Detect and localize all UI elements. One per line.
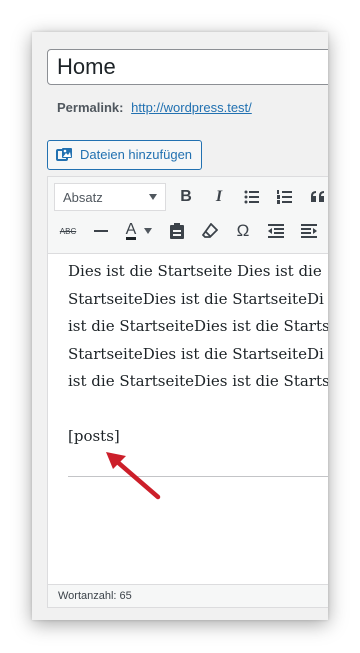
chevron-down-icon xyxy=(144,228,153,234)
toolbar-row-1: Absatz B I xyxy=(54,183,328,211)
italic-icon[interactable]: I xyxy=(205,183,233,211)
permalink-row: Permalink: http://wordpress.test/ xyxy=(57,100,252,115)
special-character-icon[interactable]: Ω xyxy=(229,217,257,245)
text-color-icon[interactable]: A xyxy=(120,217,158,245)
outdent-icon[interactable] xyxy=(262,217,290,245)
horizontal-line-icon[interactable] xyxy=(87,217,115,245)
text-color-label: A xyxy=(125,220,137,240)
permalink-label: Permalink: xyxy=(57,100,124,115)
indent-icon[interactable] xyxy=(295,217,323,245)
editor-content[interactable]: Dies ist die Startseite Dies ist die Sta… xyxy=(48,254,328,603)
content-line: ist die StartseiteDies ist die Starts xyxy=(68,317,328,335)
classic-editor: Absatz B I ABC A Ω Dies ist die Startsei… xyxy=(47,176,328,604)
bullet-list-icon[interactable] xyxy=(238,183,266,211)
toolbar-row-2: ABC A Ω xyxy=(54,217,328,245)
paste-text-icon[interactable] xyxy=(163,217,191,245)
editor-toolbar: Absatz B I ABC A Ω xyxy=(48,177,328,254)
annotation-arrow-icon xyxy=(106,452,161,500)
content-line: StartseiteDies ist die StartseiteDi xyxy=(68,289,324,308)
post-title-input[interactable] xyxy=(47,49,328,85)
content-line: StartseiteDies ist die StartseiteDi xyxy=(68,344,324,363)
add-media-button[interactable]: Dateien hinzufügen xyxy=(47,140,203,170)
chevron-down-icon xyxy=(149,194,157,200)
permalink-link[interactable]: http://wordpress.test/ xyxy=(131,100,252,115)
numbered-list-icon[interactable] xyxy=(271,183,299,211)
format-select-value: Absatz xyxy=(63,189,103,205)
bold-icon[interactable]: B xyxy=(172,183,200,211)
editor-screenshot: Permalink: http://wordpress.test/ Dateie… xyxy=(32,32,328,620)
word-count: Wortanzahl: 65 xyxy=(58,590,132,602)
strikethrough-icon[interactable]: ABC xyxy=(54,217,82,245)
clear-formatting-icon[interactable] xyxy=(196,217,224,245)
media-icon xyxy=(56,147,74,163)
format-select[interactable]: Absatz xyxy=(54,183,166,211)
content-line: Dies ist die Startseite Dies ist die xyxy=(68,262,322,280)
word-count-bar: Wortanzahl: 65 xyxy=(47,584,328,608)
blockquote-icon[interactable] xyxy=(304,183,328,211)
add-media-label: Dateien hinzufügen xyxy=(80,147,193,162)
content-line: ist die StartseiteDies ist die Starts xyxy=(68,372,328,390)
